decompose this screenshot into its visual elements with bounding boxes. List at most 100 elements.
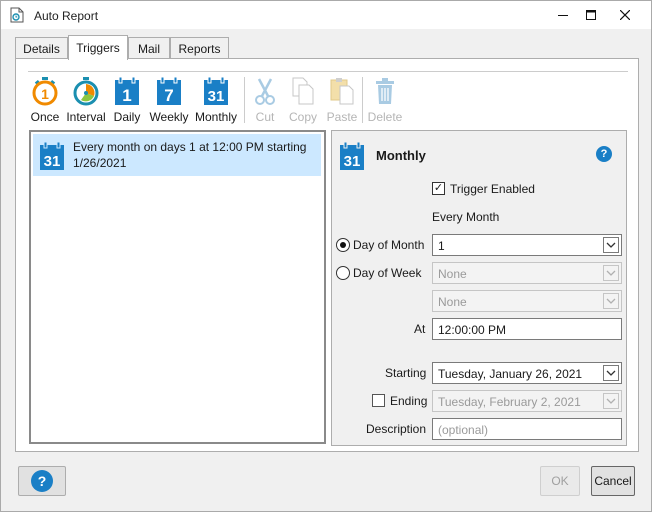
toolbar-divider <box>28 71 628 72</box>
starting-date-picker[interactable]: Tuesday, January 26, 2021 <box>432 362 622 384</box>
chevron-down-icon <box>603 365 619 381</box>
close-icon <box>620 10 630 20</box>
report-app-icon <box>10 7 24 23</box>
detail-help-button[interactable]: ? <box>596 146 612 162</box>
toolbar-separator <box>362 77 363 123</box>
day-of-month-radio[interactable] <box>336 238 350 252</box>
detail-title: Monthly <box>376 148 426 163</box>
calendar-monthly-icon: 31 <box>40 141 64 170</box>
description-input[interactable]: (optional) <box>432 418 622 440</box>
day-of-week-radio[interactable] <box>336 266 350 280</box>
stopwatch-once-icon: 1 <box>32 77 58 106</box>
day-of-week-label: Day of Week <box>353 266 422 280</box>
chevron-down-icon <box>603 237 619 253</box>
daily-label: Daily <box>113 110 141 124</box>
description-placeholder: (optional) <box>438 423 489 437</box>
tab-label: Mail <box>137 41 160 56</box>
toolbar-separator <box>244 77 245 123</box>
title-bar: Auto Report <box>1 1 651 29</box>
day-of-month-value: 1 <box>438 239 445 253</box>
copy-button[interactable]: Copy <box>286 76 320 124</box>
trash-icon <box>376 78 394 104</box>
interval-button[interactable]: Interval <box>66 76 106 124</box>
calendar-monthly-icon: 31 <box>340 141 364 170</box>
triggers-panel: 1 Once Interval 1 Daily 7 Weekly 31 Mont… <box>15 58 639 452</box>
day-of-month-select[interactable]: 1 <box>432 234 622 256</box>
ok-label: OK <box>551 474 569 488</box>
help-icon: ? <box>31 470 53 492</box>
window-title: Auto Report <box>34 9 99 23</box>
tab-triggers[interactable]: Triggers <box>68 35 128 60</box>
interval-label: Interval <box>66 110 106 124</box>
help-button[interactable]: ? <box>18 466 66 496</box>
tab-label: Details <box>23 41 60 56</box>
at-label: At <box>414 322 426 336</box>
calendar-monthly-icon: 31 <box>204 76 228 105</box>
list-item[interactable]: 31 Every month on days 1 at 12:00 PM sta… <box>33 134 321 176</box>
description-label: Description <box>366 422 427 436</box>
chevron-down-icon <box>603 265 619 281</box>
help-symbol: ? <box>37 473 47 489</box>
cut-button[interactable]: Cut <box>250 76 280 124</box>
daily-icon-number: 1 <box>122 86 131 105</box>
tab-label: Triggers <box>76 41 120 55</box>
maximize-icon <box>586 10 596 20</box>
cancel-label: Cancel <box>594 474 632 488</box>
help-icon: ? <box>600 148 608 160</box>
monthly-icon-number: 31 <box>208 88 225 105</box>
starting-label: Starting <box>385 366 427 380</box>
trigger-enabled-label: Trigger Enabled <box>450 182 535 196</box>
scissors-icon <box>255 78 275 105</box>
weekday-select[interactable]: None <box>432 290 622 312</box>
close-button[interactable] <box>608 1 642 29</box>
chevron-down-icon <box>603 393 619 409</box>
tab-details[interactable]: Details <box>15 37 68 59</box>
once-label: Once <box>30 110 60 124</box>
at-time-input[interactable]: 12:00:00 PM <box>432 318 622 340</box>
monthly-button[interactable]: 31 Monthly <box>193 76 239 124</box>
weekly-button[interactable]: 7 Weekly <box>149 76 189 124</box>
starting-date-value: Tuesday, January 26, 2021 <box>438 367 583 381</box>
day-of-week-select[interactable]: None <box>432 262 622 284</box>
list-icon-number: 31 <box>44 153 61 170</box>
weekly-icon-number: 7 <box>164 86 173 105</box>
paste-label: Paste <box>326 110 358 124</box>
ending-checkbox[interactable] <box>372 394 385 407</box>
tab-label: Reports <box>178 41 221 56</box>
at-time-value: 12:00:00 PM <box>438 323 507 337</box>
delete-button[interactable]: Delete <box>366 76 404 124</box>
calendar-weekly-icon: 7 <box>157 76 181 105</box>
list-item-text: Every month on days 1 at 12:00 PM starti… <box>73 140 307 170</box>
ending-date-value: Tuesday, February 2, 2021 <box>438 395 581 409</box>
once-icon-number: 1 <box>41 86 49 102</box>
cut-label: Cut <box>255 110 275 124</box>
copy-label: Copy <box>288 110 317 124</box>
detail-icon-number: 31 <box>344 153 361 170</box>
trigger-detail-panel: 31 Monthly ? ✓ Trigger Enabled Every Mon… <box>331 130 627 446</box>
monthly-label: Monthly <box>194 110 238 124</box>
tab-reports[interactable]: Reports <box>170 37 229 59</box>
ok-button[interactable]: OK <box>540 466 580 496</box>
calendar-daily-icon: 1 <box>115 76 139 105</box>
ending-label: Ending <box>390 394 428 408</box>
cancel-button[interactable]: Cancel <box>591 466 635 496</box>
auto-report-window: Auto Report Details Triggers Mail Report… <box>0 0 652 512</box>
day-of-week-value: None <box>438 267 467 281</box>
chevron-down-icon <box>603 293 619 309</box>
weekday-value: None <box>438 295 467 309</box>
stopwatch-interval-icon <box>73 77 99 106</box>
weekly-label: Weekly <box>149 110 189 124</box>
copy-icon <box>292 77 314 105</box>
every-month-label: Every Month <box>432 210 500 224</box>
maximize-button[interactable] <box>574 1 608 29</box>
day-of-month-label: Day of Month <box>353 238 425 252</box>
ending-date-picker[interactable]: Tuesday, February 2, 2021 <box>432 390 622 412</box>
tab-mail[interactable]: Mail <box>128 37 170 59</box>
daily-button[interactable]: 1 Daily <box>111 76 143 124</box>
paste-button[interactable]: Paste <box>324 76 360 124</box>
paste-icon <box>330 78 354 105</box>
minimize-icon <box>558 15 568 16</box>
trigger-list[interactable]: 31 Every month on days 1 at 12:00 PM sta… <box>29 130 326 444</box>
once-button[interactable]: 1 Once <box>28 76 62 124</box>
trigger-enabled-checkbox[interactable]: ✓ <box>432 182 445 195</box>
